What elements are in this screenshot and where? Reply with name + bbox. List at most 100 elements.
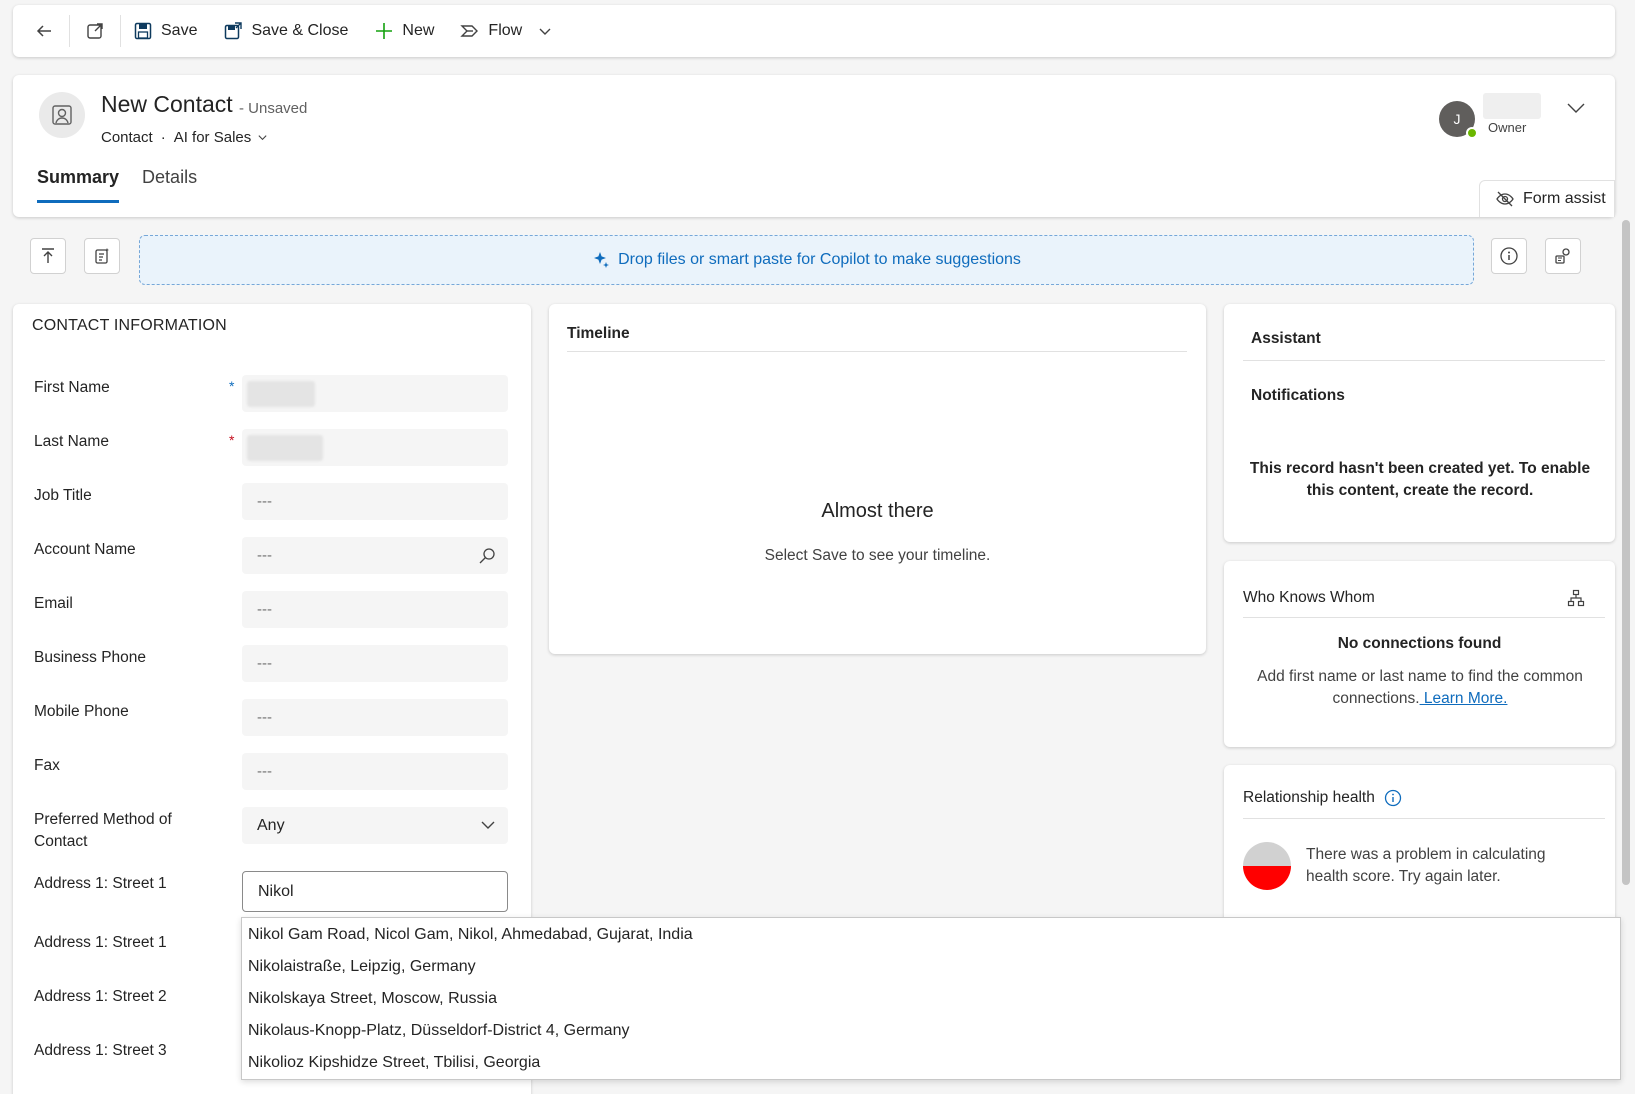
form-name: AI for Sales: [173, 129, 252, 146]
street3-label: Address 1: Street 3: [34, 1042, 167, 1059]
job-title-label: Job Title: [34, 487, 92, 504]
form-tabs: Summary Details: [37, 167, 197, 203]
fax-label: Fax: [34, 757, 60, 774]
chevron-down-icon: [258, 135, 267, 141]
save-close-icon: [223, 21, 243, 41]
relationship-health-card: Relationship health There was a problem …: [1224, 765, 1615, 925]
address-suggestion-item[interactable]: Nikol Gam Road, Nicol Gam, Nikol, Ahmeda…: [248, 926, 693, 944]
clipboard-sparkle-icon: [95, 248, 109, 264]
first-name-field[interactable]: [242, 375, 508, 412]
back-arrow-icon[interactable]: [31, 18, 57, 44]
street1-input[interactable]: Nikol: [242, 871, 508, 912]
save-label: Save: [161, 22, 198, 39]
health-score-indicator: [1243, 842, 1291, 890]
address-suggestion-item[interactable]: Nikolioz Kipshidze Street, Tbilisi, Geor…: [248, 1054, 540, 1072]
preferred-contact-value: Any: [257, 816, 285, 834]
settings-button[interactable]: [1545, 238, 1581, 274]
business-phone-label: Business Phone: [34, 649, 147, 666]
sparkle-icon: [594, 252, 610, 268]
info-button[interactable]: [1491, 238, 1527, 274]
learn-more-link[interactable]: Learn More.: [1420, 690, 1508, 707]
open-new-window-icon[interactable]: [82, 18, 108, 44]
plus-icon: [374, 21, 394, 41]
notifications-title: Notifications: [1251, 387, 1345, 404]
timeline-title: Timeline: [567, 325, 630, 342]
smart-paste-button[interactable]: [84, 238, 120, 274]
relationship-health-header: Relationship health: [1243, 789, 1402, 807]
required-marker: *: [229, 432, 235, 448]
contact-entity-icon: [39, 92, 85, 138]
upload-icon: [42, 248, 54, 263]
org-chart-icon[interactable]: [1567, 589, 1585, 607]
owner-name-redacted[interactable]: [1483, 93, 1541, 119]
street1-label: Address 1: Street 1: [34, 875, 167, 892]
account-name-value: ---: [257, 547, 272, 564]
save-close-button[interactable]: Save & Close: [223, 21, 348, 41]
address-suggestion-item[interactable]: Nikolaus-Knopp-Platz, Düsseldorf-Distric…: [248, 1022, 629, 1040]
timeline-empty-text: Select Save to see your timeline.: [764, 547, 991, 564]
record-save-state: - Unsaved: [239, 100, 308, 117]
email-label: Email: [34, 595, 73, 612]
divider: [1243, 617, 1605, 618]
first-name-label: First Name: [34, 379, 110, 396]
who-knows-whom-title: Who Knows Whom: [1243, 589, 1375, 606]
timeline-card: Timeline Almost there Select Save to see…: [549, 304, 1206, 654]
eye-off-icon: [1496, 191, 1514, 207]
flow-button[interactable]: Flow: [460, 21, 552, 41]
address-suggestion-list: Nikol Gam Road, Nicol Gam, Nikol, Ahmeda…: [241, 917, 1621, 1080]
timeline-empty-title: Almost there: [821, 500, 934, 522]
presence-available-icon: [1466, 127, 1478, 139]
record-header: New Contact - Unsaved Contact · AI for S…: [13, 75, 1615, 217]
tab-details[interactable]: Details: [142, 167, 197, 203]
divider: [1243, 818, 1605, 819]
record-subtitle: Contact · AI for Sales: [101, 129, 268, 146]
last-name-label: Last Name: [34, 433, 109, 450]
business-recommended-marker: *: [229, 378, 235, 394]
page-scrollbar[interactable]: [1622, 220, 1630, 885]
form-assist-label: Form assist: [1523, 190, 1606, 207]
no-connections-title: No connections found: [1337, 635, 1502, 652]
street1-label-secondary: Address 1: Street 1: [34, 934, 167, 951]
who-knows-whom-message: Add first name or last name to find the …: [1244, 666, 1596, 710]
divider: [69, 15, 70, 47]
last-name-field[interactable]: [242, 429, 508, 466]
entity-name: Contact: [101, 129, 153, 146]
divider: [567, 351, 1187, 352]
assistant-title: Assistant: [1251, 330, 1321, 347]
save-icon: [133, 21, 153, 41]
tab-summary[interactable]: Summary: [37, 167, 120, 203]
divider: [120, 15, 121, 47]
preferred-contact-label: Preferred Method of Contact: [34, 811, 172, 850]
assistant-message: This record hasn't been created yet. To …: [1249, 460, 1591, 499]
address-suggestion-item[interactable]: Nikolskaya Street, Moscow, Russia: [248, 990, 497, 1008]
mobile-phone-label: Mobile Phone: [34, 703, 129, 720]
search-icon[interactable]: [478, 547, 496, 565]
info-icon[interactable]: [1384, 789, 1402, 807]
copilot-dropzone[interactable]: Drop files or smart paste for Copilot to…: [139, 235, 1474, 285]
upload-button[interactable]: [30, 238, 66, 274]
form-selector[interactable]: AI for Sales: [174, 129, 269, 146]
new-label: New: [402, 22, 435, 39]
flow-label: Flow: [488, 22, 523, 39]
job-title-field[interactable]: ---: [242, 483, 508, 520]
flow-icon: [460, 21, 480, 41]
new-button[interactable]: New: [374, 21, 434, 41]
form-assist-button[interactable]: Form assist: [1479, 180, 1615, 217]
address-suggestion-item[interactable]: Nikolaistraße, Leipzig, Germany: [248, 958, 476, 976]
fax-field[interactable]: ---: [242, 753, 508, 790]
save-button[interactable]: Save: [133, 21, 197, 41]
redacted-value: [247, 380, 315, 407]
preferred-contact-select[interactable]: Any: [242, 807, 508, 844]
assistant-card: Assistant Notifications This record hasn…: [1224, 304, 1615, 542]
people-settings-icon: [1555, 248, 1570, 264]
chevron-down-icon[interactable]: [538, 24, 552, 38]
account-name-label: Account Name: [34, 541, 136, 558]
divider: [1243, 360, 1605, 361]
header-expand-chevron-icon[interactable]: [1566, 101, 1586, 115]
command-bar: Save Save & Close New Flow: [13, 5, 1615, 57]
account-name-lookup[interactable]: ---: [242, 537, 508, 574]
mobile-phone-field[interactable]: ---: [242, 699, 508, 736]
record-title: New Contact: [101, 91, 233, 117]
business-phone-field[interactable]: ---: [242, 645, 508, 682]
email-field[interactable]: ---: [242, 591, 508, 628]
